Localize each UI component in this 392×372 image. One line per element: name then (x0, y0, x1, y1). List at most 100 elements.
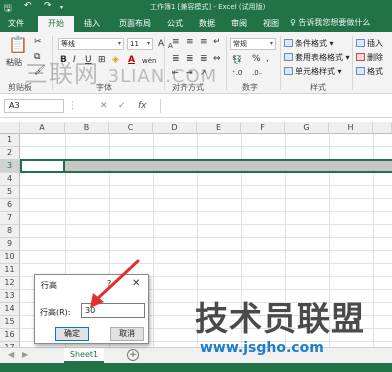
align-bottom-icon[interactable]: ≡ (200, 37, 208, 47)
format-label: 格式 (367, 67, 383, 76)
column-header[interactable]: G (285, 122, 329, 134)
row-header[interactable]: 7 (0, 212, 20, 225)
sheet-tab-sheet1[interactable]: Sheet1 (64, 348, 104, 363)
tab-insert[interactable]: 插入 (78, 16, 106, 32)
row-height-input[interactable]: 30 (81, 303, 145, 318)
increase-decimal-icon[interactable]: ⁺.0 (232, 68, 242, 78)
row-header[interactable]: 12 (0, 277, 20, 290)
font-name-combo[interactable]: 等线 ▾ (58, 38, 124, 50)
gridline (20, 211, 392, 212)
comma-icon[interactable]: , (266, 54, 269, 64)
percent-button[interactable]: % (252, 54, 261, 64)
close-icon[interactable]: ✕ (132, 278, 140, 289)
row-header[interactable]: 15 (0, 316, 20, 329)
format-cells-button[interactable]: 格式 (356, 66, 383, 77)
formula-bar: A3 ⋮ ✕ ✓ fx (0, 94, 392, 118)
gridline (20, 198, 392, 199)
watermark-top-cn: 三联网 (24, 60, 99, 88)
row-header[interactable]: 13 (0, 290, 20, 303)
font-size-combo[interactable]: 11 ▾ (127, 38, 153, 50)
tab-page-layout[interactable]: 页面布局 (110, 16, 160, 32)
currency-icon[interactable]: 💱 (232, 55, 242, 65)
tab-file[interactable]: 文件 (0, 16, 32, 32)
row-header[interactable]: 6 (0, 199, 20, 212)
cell-styles-button[interactable]: 单元格样式 ▾ (284, 66, 342, 77)
redo-icon[interactable]: ↷ (44, 1, 52, 11)
column-header[interactable]: C (109, 122, 153, 134)
gridline (20, 146, 392, 147)
insert-cells-button[interactable]: 插入 (356, 38, 383, 49)
row-header[interactable]: 4 (0, 173, 20, 186)
row-header[interactable]: 11 (0, 264, 20, 277)
watermark-bottom-cn: 技术员联盟 (195, 299, 365, 338)
paste-label[interactable]: 粘贴 (6, 58, 22, 68)
column-header[interactable]: H (329, 122, 373, 134)
row-header[interactable]: 8 (0, 225, 20, 238)
chevron-down-icon: ▾ (269, 40, 273, 47)
align-middle-icon[interactable]: ≡ (186, 37, 194, 47)
window-title: 工作簿1 [兼容模式] - Excel (试用版) (150, 3, 266, 11)
tab-home[interactable]: 开始 (38, 16, 74, 32)
watermark-bottom-url: www.jsgho.com (200, 340, 324, 356)
table-icon (284, 53, 293, 61)
column-header-partial[interactable] (373, 122, 392, 134)
gridline (20, 185, 392, 186)
tab-data[interactable]: 数据 (192, 16, 222, 32)
active-cell-a3[interactable] (20, 159, 65, 173)
undo-icon[interactable]: ↶ (24, 1, 32, 11)
font-name-value: 等线 (61, 40, 75, 48)
tab-review[interactable]: 审阅 (224, 16, 254, 32)
row-header[interactable]: 5 (0, 186, 20, 199)
gridline (20, 237, 392, 238)
delete-cells-button[interactable]: 删除 (356, 52, 383, 63)
conditional-formatting-icon (284, 39, 293, 47)
align-top-icon[interactable]: ≡ (172, 37, 180, 47)
name-box[interactable]: A3 (4, 99, 64, 113)
row-header-selected[interactable]: 3 (0, 160, 20, 173)
number-format-combo[interactable]: 常规 ▾ (230, 38, 276, 50)
row-header[interactable]: 14 (0, 303, 20, 316)
column-header[interactable]: B (65, 122, 109, 134)
tab-formulas[interactable]: 公式 (160, 16, 190, 32)
column-header[interactable]: D (153, 122, 197, 134)
row-header[interactable]: 10 (0, 251, 20, 264)
column-header[interactable]: A (20, 122, 65, 134)
chevron-down-icon: ▾ (146, 40, 150, 47)
row-header[interactable]: 16 (0, 329, 20, 342)
watermark-top: 三联网 3LIAN.COM (24, 54, 217, 89)
row-header[interactable]: 1 (0, 134, 20, 147)
help-icon[interactable]: ? (107, 279, 111, 288)
wrap-text-icon[interactable]: ↵ (213, 37, 221, 47)
selected-row-highlight[interactable] (20, 159, 392, 173)
insert-icon (356, 39, 365, 47)
group-divider (280, 36, 281, 90)
cancel-icon[interactable]: ✕ (100, 101, 108, 111)
select-all-corner[interactable] (0, 122, 20, 134)
row-header[interactable]: 9 (0, 238, 20, 251)
enter-icon[interactable]: ✓ (118, 101, 126, 111)
cancel-button[interactable]: 取消 (110, 327, 144, 341)
scroll-tabs-left-icon[interactable]: ◀ (8, 350, 14, 359)
column-header[interactable]: E (197, 122, 241, 134)
paste-icon[interactable]: 📋 (8, 36, 28, 54)
ok-button[interactable]: 确定 (55, 327, 89, 341)
scroll-tabs-right-icon[interactable]: ▶ (22, 350, 28, 359)
row-header[interactable]: 2 (0, 147, 20, 160)
tab-view[interactable]: 视图 (256, 16, 286, 32)
customize-quick-access-icon[interactable]: ▾ (60, 4, 63, 11)
ribbon-tabs: 文件 开始 插入 页面布局 公式 数据 审阅 视图 ♀ 告诉我您想要做什么 (0, 14, 392, 32)
row-height-label: 行高(R): (40, 308, 71, 317)
decrease-decimal-icon[interactable]: .0₋ (252, 68, 262, 78)
column-header[interactable]: F (241, 122, 285, 134)
tell-me-search[interactable]: ♀ 告诉我您想要做什么 (290, 17, 370, 28)
number-group-label: 数字 (242, 83, 258, 92)
format-as-table-button[interactable]: 套用表格格式 ▾ (284, 52, 350, 63)
conditional-formatting-button[interactable]: 条件格式 ▾ (284, 38, 334, 49)
cut-icon[interactable]: ✂ (34, 37, 42, 47)
insert-label: 插入 (367, 39, 383, 48)
add-sheet-icon[interactable]: + (127, 349, 139, 361)
gridline (20, 224, 392, 225)
insert-function-icon[interactable]: fx (138, 101, 147, 111)
formula-input[interactable] (160, 99, 388, 113)
gridline (20, 250, 392, 251)
